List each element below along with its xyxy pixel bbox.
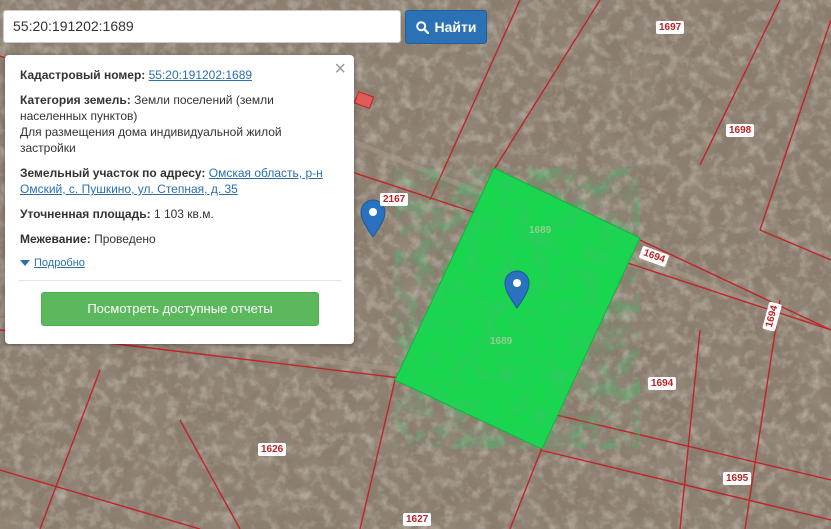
survey-row: Межевание: Проведено <box>20 231 340 247</box>
search-icon <box>415 20 429 34</box>
parcel-label-1694: 1694 <box>648 377 677 390</box>
parcel-label-1626: 1626 <box>258 443 287 456</box>
purpose-text: Для размещения дома индивидуальной жилой… <box>20 125 282 155</box>
category-label: Категория земель: <box>20 93 131 107</box>
area-row: Уточненная площадь: 1 103 кв.м. <box>20 206 340 222</box>
search-button[interactable]: Найти <box>405 10 487 44</box>
parcel-label-1695: 1695 <box>723 472 752 485</box>
close-icon[interactable]: × <box>334 59 346 79</box>
details-toggle[interactable]: Подробно <box>20 255 340 271</box>
survey-label: Межевание: <box>20 232 91 246</box>
area-value: 1 103 кв.м. <box>153 207 214 221</box>
caret-down-icon <box>20 259 30 266</box>
selected-parcel-label: 1689 <box>529 225 552 236</box>
cadastral-number-link[interactable]: 55:20:191202:1689 <box>149 68 252 82</box>
cadastral-label: Кадастровый номер: <box>20 68 146 82</box>
cadastral-row: Кадастровый номер: 55:20:191202:1689 <box>20 67 340 83</box>
address-label: Земельный участок по адресу: <box>20 166 206 180</box>
parcel-label-1698: 1698 <box>726 124 755 137</box>
parcel-label-1627: 1627 <box>403 513 432 526</box>
selected-parcel-label: 1689 <box>490 336 513 347</box>
search-input[interactable]: 55:20:191202:1689 <box>3 10 401 43</box>
divider <box>18 280 342 281</box>
survey-value: Проведено <box>94 232 156 246</box>
category-row: Категория земель: Земли поселений (земли… <box>20 92 340 156</box>
parcel-label-1697: 1697 <box>656 21 685 34</box>
view-reports-button[interactable]: Посмотреть доступные отчеты <box>41 292 319 326</box>
area-label: Уточненная площадь: <box>20 207 151 221</box>
parcel-label-2167: 2167 <box>380 193 409 206</box>
search-button-label: Найти <box>434 19 477 35</box>
details-link[interactable]: Подробно <box>34 255 85 271</box>
parcel-info-panel: × Кадастровый номер: 55:20:191202:1689 К… <box>5 55 354 344</box>
address-row: Земельный участок по адресу: Омская обла… <box>20 165 340 197</box>
